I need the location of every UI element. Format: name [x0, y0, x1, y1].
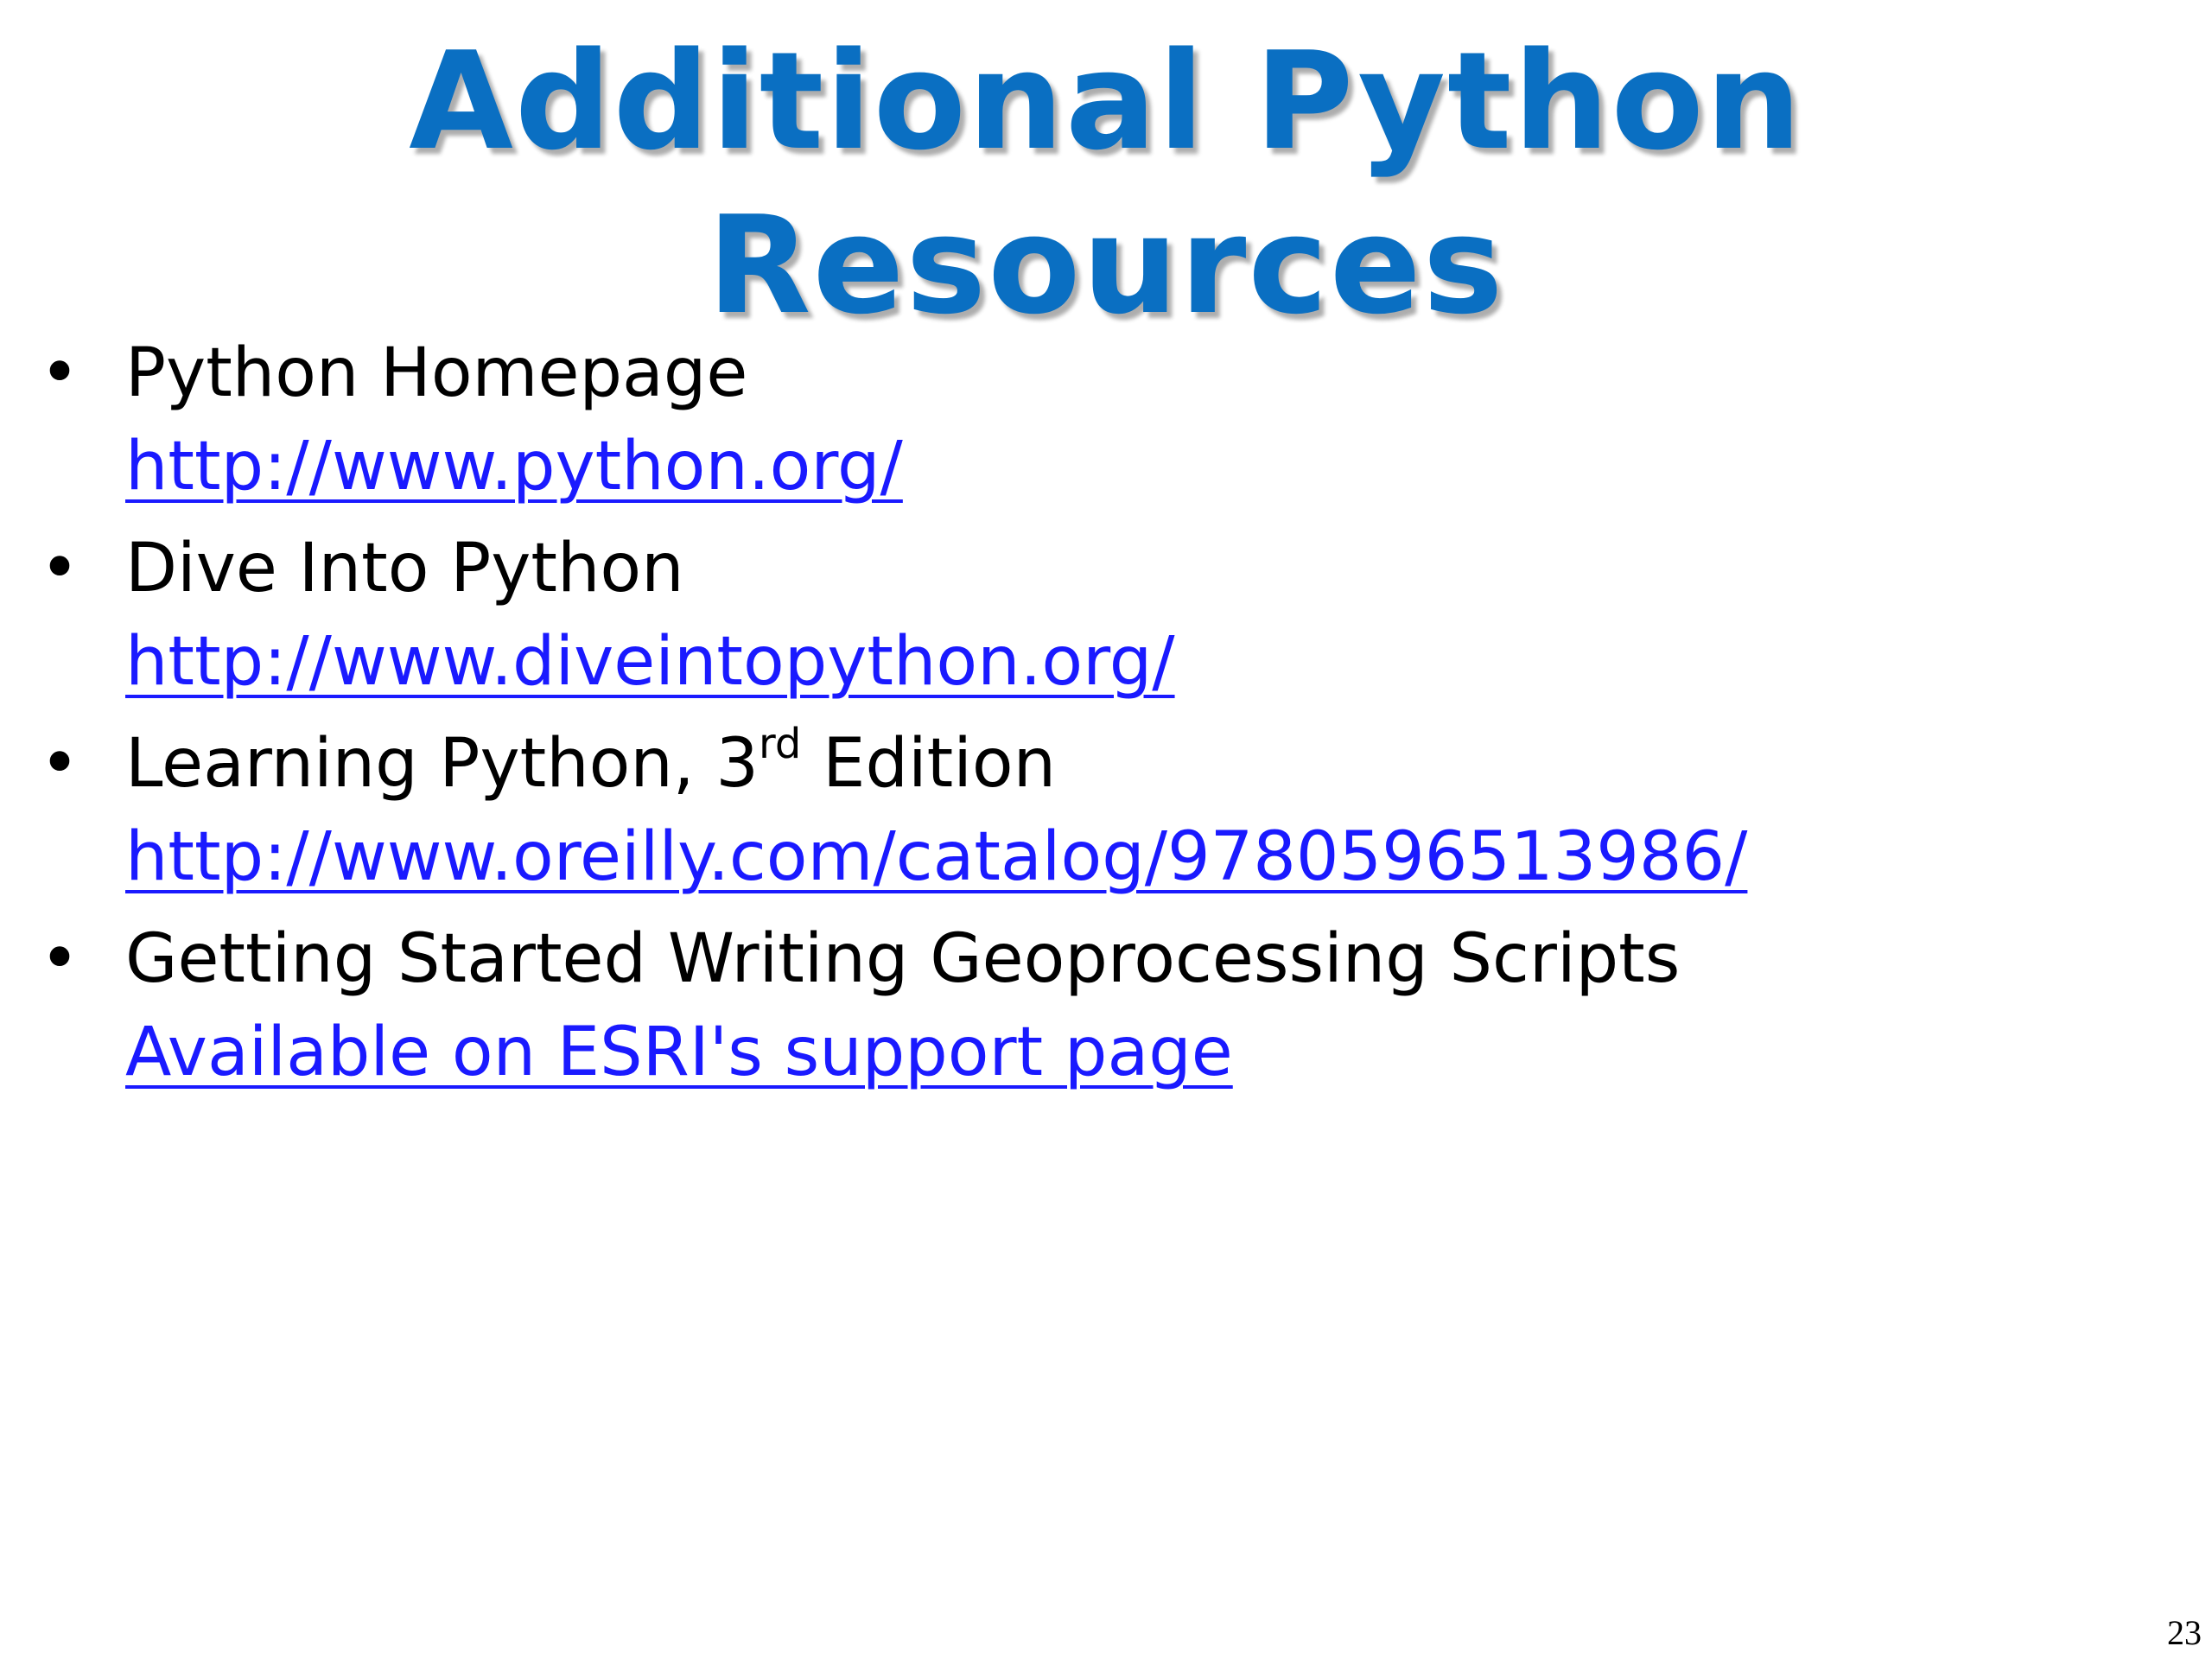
- list-item: • Python Homepage http://www.python.org/: [0, 327, 2160, 513]
- resource-link-esri-support[interactable]: Available on ESRI's support page: [125, 1006, 1233, 1099]
- bullet-icon: •: [40, 334, 80, 412]
- resource-title-suffix: Edition: [801, 725, 1057, 803]
- resource-title: Dive Into Python: [125, 530, 684, 607]
- list-item: • Dive Into Python http://www.diveintopy…: [0, 522, 2160, 709]
- slide-title: Additional Python Resources: [409, 22, 1803, 344]
- resource-title: Python Homepage: [125, 334, 748, 412]
- resource-title-superscript: rd: [759, 720, 802, 768]
- resource-title: Getting Started Writing Geoprocessing Sc…: [125, 920, 1681, 998]
- bullet-icon: •: [40, 725, 80, 803]
- list-item: • Getting Started Writing Geoprocessing …: [0, 912, 2160, 1099]
- page-number: 23: [2167, 1613, 2202, 1652]
- bullet-icon: •: [40, 920, 80, 998]
- list-item: • Learning Python, 3rd Edition http://ww…: [0, 717, 2160, 904]
- slide: Additional Python Resources • Python Hom…: [0, 0, 2212, 1659]
- resource-title-prefix: Learning Python, 3: [125, 725, 760, 803]
- resource-link-learning-python[interactable]: http://www.oreilly.com/catalog/978059651…: [125, 810, 1747, 904]
- resource-link-python-homepage[interactable]: http://www.python.org/: [125, 420, 903, 513]
- resource-list: • Python Homepage http://www.python.org/…: [0, 327, 2160, 1108]
- resource-title: Learning Python, 3rd Edition: [125, 717, 2160, 810]
- resource-link-dive-into-python[interactable]: http://www.diveintopython.org/: [125, 615, 1175, 709]
- bullet-icon: •: [40, 530, 80, 607]
